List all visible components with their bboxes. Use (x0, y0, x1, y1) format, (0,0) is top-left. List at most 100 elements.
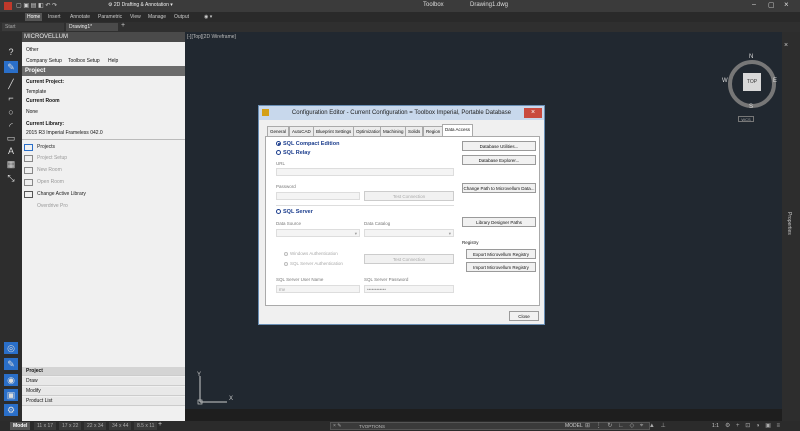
properties-label[interactable]: Properties (786, 212, 792, 235)
arc-icon[interactable]: ◜ (4, 120, 18, 132)
close-palette-icon[interactable]: × (784, 42, 788, 49)
data-source-select[interactable]: ▾ (276, 229, 360, 237)
other-label: Other (26, 47, 39, 53)
tab-manage[interactable]: Manage (146, 13, 168, 21)
layout-tab-2[interactable]: 17 x 22 (59, 422, 82, 430)
tab-home[interactable]: Home (25, 13, 43, 21)
rectangle-icon[interactable]: ▭ (4, 132, 18, 144)
panel-item-open-room[interactable]: Open Room (22, 177, 185, 188)
tab-annotate[interactable]: Annotate (68, 13, 92, 21)
test-connection-server-button[interactable]: Test Connection (364, 254, 454, 264)
help-icon[interactable]: ? (4, 46, 18, 58)
workspace-selector[interactable]: ⚙ 2D Drafting & Annotation ▾ (108, 2, 173, 8)
model-space-label[interactable]: MODEL (565, 423, 583, 429)
pencil-icon[interactable]: ✎ (4, 61, 18, 73)
sql-user-field[interactable]: mv (276, 285, 360, 293)
menu-toolbox-setup[interactable]: Toolbox Setup (68, 58, 100, 64)
tab-output[interactable]: Output (172, 13, 191, 21)
data-catalog-select[interactable]: ▾ (364, 229, 454, 237)
panel-tab-modify[interactable]: Modify (22, 387, 185, 396)
add-layout-button[interactable]: + (158, 421, 162, 428)
new-tab-button[interactable]: + (121, 22, 125, 29)
tab-general[interactable]: General (267, 126, 290, 136)
tab-region[interactable]: Region (423, 126, 444, 136)
doc-tab-start[interactable]: Start (2, 23, 64, 31)
password-field[interactable] (276, 192, 360, 200)
panel-tab-product-list[interactable]: Product List (22, 397, 185, 406)
fingerprint-icon[interactable]: ◎ (4, 342, 18, 354)
compass-s[interactable]: S (749, 104, 753, 110)
menu-company-setup[interactable]: Company Setup (26, 58, 62, 64)
export-registry-button[interactable]: Export Microvellum Registry (466, 249, 536, 259)
minimize-button[interactable]: – (752, 1, 756, 8)
panel-item-project-setup[interactable]: Project Setup (22, 153, 185, 164)
app-logo-icon[interactable] (4, 2, 12, 10)
panel-item-new-room[interactable]: New Room (22, 165, 185, 176)
hatch-icon[interactable]: ▦ (4, 158, 18, 170)
panel-tab-project[interactable]: Project (22, 367, 185, 376)
tab-model[interactable]: Model (10, 422, 31, 430)
tab-blueprint-settings[interactable]: Blueprint Settings (313, 126, 355, 136)
close-button[interactable]: Close (509, 311, 539, 321)
doc-tab-drawing1[interactable]: Drawing1* (66, 23, 118, 31)
layout-tab-5[interactable]: 8.5 x 11 (134, 422, 158, 430)
layout-tab-3[interactable]: 22 x 34 (84, 422, 107, 430)
database-explorer-button[interactable]: Database Explorer... (462, 155, 536, 165)
import-registry-button[interactable]: Import Microvellum Registry (466, 262, 536, 272)
change-path-button[interactable]: Change Path to Microvellum Data... (462, 183, 536, 193)
monitor-icon[interactable]: ▣ (4, 389, 18, 401)
layout-tab-4[interactable]: 34 x 44 (109, 422, 132, 430)
tab-data-access[interactable]: Data Access (442, 124, 474, 136)
tab-solids[interactable]: Solids (405, 126, 424, 136)
maximize-button[interactable]: ▢ (768, 1, 775, 9)
radio-windows-auth[interactable]: Windows Authentication (284, 251, 338, 256)
tab-autocad[interactable]: AutoCAD (289, 126, 314, 136)
dimension-icon[interactable]: ⤡ (4, 172, 18, 184)
viewcube[interactable]: TOP N S E W (722, 54, 782, 114)
radio-sql-auth[interactable]: SQL Server Authentication (284, 261, 343, 266)
url-field[interactable] (276, 168, 454, 176)
radio-sql-relay[interactable]: SQL Relay (276, 150, 310, 156)
annotation-scale[interactable]: 1:1 (712, 423, 719, 429)
library-designer-paths-button[interactable]: Library Designer Paths (462, 217, 536, 227)
viewport-label[interactable]: [-][Top][2D Wireframe] (187, 34, 236, 40)
radio-sql-compact[interactable]: SQL Compact Edition (276, 141, 339, 147)
command-input[interactable]: TVOPTIONS (359, 423, 385, 430)
database-utilities-button[interactable]: Database Utilities... (462, 141, 536, 151)
radio-sql-server[interactable]: SQL Server (276, 209, 313, 215)
dialog-close-icon[interactable]: × (524, 108, 542, 118)
status-settings-icons[interactable]: ⚙ + ⊡ ◑ ▣ ≡ (725, 422, 782, 429)
tab-parametric[interactable]: Parametric (96, 13, 124, 21)
camera-icon[interactable]: ◉ (4, 374, 18, 386)
divider (22, 139, 185, 140)
panel-header: MICROVELLUM (22, 32, 185, 42)
dialog-title-bar[interactable]: Configuration Editor - Current Configura… (259, 106, 544, 120)
viewcube-top[interactable]: TOP (743, 73, 761, 91)
close-window-button[interactable]: × (784, 0, 789, 9)
polyline-icon[interactable]: ⌐ (4, 92, 18, 104)
layout-tab-1[interactable]: 11 x 17 (34, 422, 57, 430)
panel-tab-draw[interactable]: Draw (22, 377, 185, 386)
status-toggle-icons[interactable]: ⊞ ⋮ ↻ ∟ ◇ ⌖ ▲ ⊥ (585, 422, 668, 430)
panel-item-overdrive-pro[interactable]: Overdrive Pro (22, 201, 185, 212)
tab-view[interactable]: View (128, 13, 143, 21)
settings-icon[interactable]: ⚙ (4, 404, 18, 416)
tab-insert[interactable]: Insert (46, 13, 63, 21)
tab-machining[interactable]: Machining (380, 126, 407, 136)
compass-e[interactable]: E (773, 78, 777, 84)
ribbon-options-icon[interactable]: ◉ ▾ (202, 13, 214, 21)
panel-item-change-library[interactable]: Change Active Library (22, 189, 185, 200)
circle-icon[interactable]: ○ (4, 106, 18, 118)
menu-help[interactable]: Help (108, 58, 118, 64)
text-icon[interactable]: A (4, 145, 18, 157)
edit-icon[interactable]: ✎ (4, 358, 18, 370)
wcs-menu[interactable]: WCS (738, 116, 754, 122)
sql-password-field[interactable]: •••••••••••• (364, 285, 454, 293)
compass-w[interactable]: W (722, 78, 728, 84)
quick-access-toolbar[interactable]: ▢ ▣ ▤ ◧ ↶ ↷ (16, 2, 57, 9)
test-connection-relay-button[interactable]: Test Connection (364, 191, 454, 201)
line-icon[interactable]: ╱ (4, 78, 18, 90)
panel-item-projects[interactable]: Projects (22, 142, 185, 153)
compass-n[interactable]: N (749, 54, 753, 60)
properties-strip[interactable]: × Properties (782, 32, 800, 422)
